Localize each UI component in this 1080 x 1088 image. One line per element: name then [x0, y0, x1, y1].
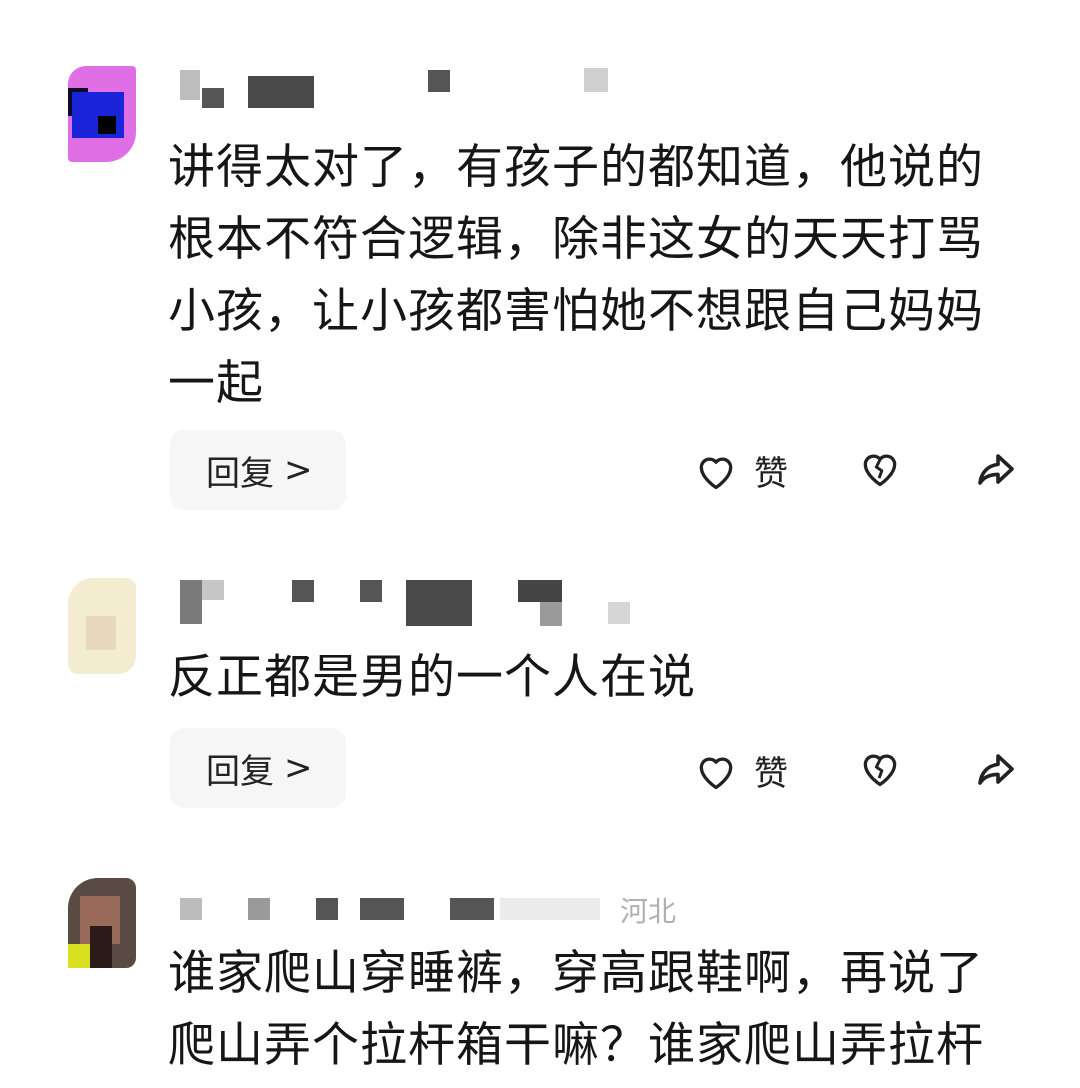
broken-heart-icon — [863, 454, 897, 487]
username-blurred[interactable]: 河北 — [180, 895, 700, 936]
heart-outline-icon — [699, 757, 733, 789]
comment-item: 反正都是男的一个人在说 回复 > 赞 — [0, 560, 1080, 840]
dislike-button[interactable] — [858, 746, 902, 790]
like-label: 赞 — [754, 754, 788, 794]
share-button[interactable] — [972, 746, 1020, 794]
dislike-button[interactable] — [858, 446, 902, 490]
reply-button[interactable]: 回复 > — [170, 430, 346, 510]
comment-text: 谁家爬山穿睡裤，穿高跟鞋啊，再说了爬山弄个拉杆箱干嘛？谁家爬山弄拉杆 — [168, 946, 984, 1073]
comment-text: 讲得太对了，有孩子的都知道，他说的根本不符合逻辑，除非这女的天天打骂小孩，让小孩… — [168, 140, 984, 411]
avatar[interactable] — [68, 578, 136, 674]
username-blurred[interactable] — [180, 66, 620, 108]
heart-outline-icon — [699, 457, 733, 489]
chevron-right-icon: > — [284, 450, 313, 490]
avatar[interactable] — [68, 878, 136, 974]
share-arrow-icon — [978, 454, 1014, 485]
chevron-right-icon: > — [284, 748, 313, 788]
comment-text: 反正都是男的一个人在说 — [168, 650, 696, 705]
username-blurred[interactable] — [180, 578, 640, 626]
share-button[interactable] — [972, 446, 1020, 494]
comment-item: 讲得太对了，有孩子的都知道，他说的根本不符合逻辑，除非这女的天天打骂小孩，让小孩… — [0, 0, 1080, 530]
avatar[interactable] — [68, 66, 136, 162]
reply-button[interactable]: 回复 > — [170, 728, 346, 808]
broken-heart-icon — [863, 754, 897, 787]
reply-label: 回复 — [206, 751, 274, 792]
like-button[interactable]: 赞 — [694, 746, 788, 795]
location-label: 河北 — [620, 895, 677, 928]
reply-label: 回复 — [206, 453, 274, 494]
like-button[interactable]: 赞 — [694, 446, 788, 495]
share-arrow-icon — [978, 754, 1014, 785]
comment-item: 河北 谁家爬山穿睡裤，穿高跟鞋啊，再说了爬山弄个拉杆箱干嘛？谁家爬山弄拉杆 — [0, 878, 1080, 1088]
like-label: 赞 — [754, 454, 788, 494]
